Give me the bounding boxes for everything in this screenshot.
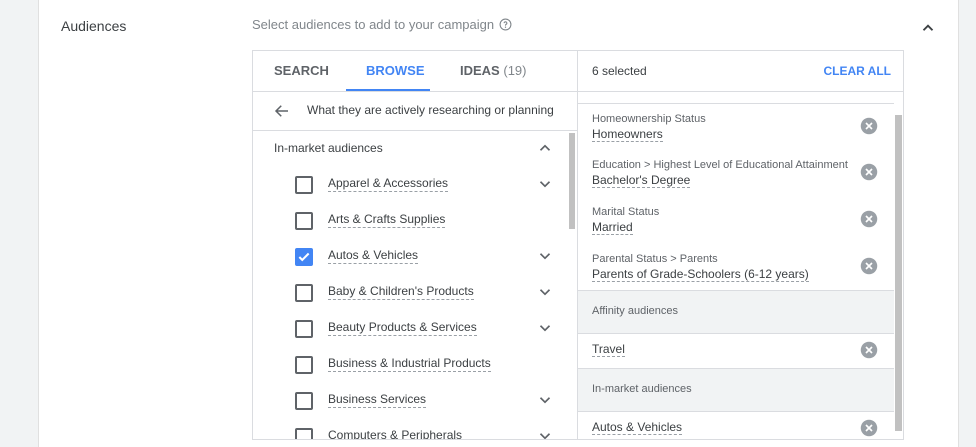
scrollbar[interactable] xyxy=(569,133,575,229)
list-item[interactable]: Business Services xyxy=(253,383,569,419)
selected-item-category: Education > Highest Level of Educational… xyxy=(592,159,848,171)
selected-item: Marital Status Married xyxy=(578,197,894,243)
breadcrumb: What they are actively researching or pl… xyxy=(253,92,577,131)
selected-item-category: Marital Status xyxy=(592,206,660,218)
affinity-group-header: Affinity audiences xyxy=(578,290,894,334)
remove-circle-icon[interactable] xyxy=(860,163,878,181)
chevron-down-icon[interactable] xyxy=(536,319,554,337)
prompt-text: Select audiences to add to your campaign xyxy=(252,17,495,32)
tab-ideas-count: (19) xyxy=(503,63,527,78)
tab-ideas-label: IDEAS xyxy=(460,63,500,78)
selected-item-value: Autos & Vehicles xyxy=(592,420,683,435)
tab-browse[interactable]: BROWSE xyxy=(366,51,425,91)
selected-header: 6 selected CLEAR ALL xyxy=(578,51,903,92)
remove-circle-icon[interactable] xyxy=(860,117,878,135)
item-label[interactable]: Business Services xyxy=(328,392,427,408)
selected-item: Autos & Vehicles xyxy=(578,412,894,439)
item-label[interactable]: Baby & Children's Products xyxy=(328,284,474,300)
selected-item-category: Parental Status > Parents xyxy=(592,253,718,265)
tab-search[interactable]: SEARCH xyxy=(274,51,329,91)
selected-pane: 6 selected CLEAR ALL Homeownership Statu… xyxy=(578,51,903,439)
selected-item-value: Parents of Grade-Schoolers (6-12 years) xyxy=(592,267,809,282)
in-market-group-label: In-market audiences xyxy=(592,383,692,395)
item-checkbox[interactable] xyxy=(295,320,313,338)
item-label[interactable]: Arts & Crafts Supplies xyxy=(328,212,446,228)
item-label[interactable]: Business & Industrial Products xyxy=(328,356,491,372)
remove-circle-icon[interactable] xyxy=(860,210,878,228)
tab-ideas[interactable]: IDEAS (19) xyxy=(460,51,526,91)
selected-item: Parental Status > Parents Parents of Gra… xyxy=(578,244,894,290)
item-label[interactable]: Beauty Products & Services xyxy=(328,320,477,336)
item-checkbox[interactable] xyxy=(295,428,313,439)
selected-item-value: Travel xyxy=(592,342,625,357)
selected-count: 6 selected xyxy=(592,64,647,78)
scrollbar[interactable] xyxy=(895,115,902,431)
check-icon xyxy=(298,252,310,262)
selected-list: Homeownership Status Homeowners Educatio… xyxy=(578,103,894,439)
selected-item: Travel xyxy=(578,334,894,368)
remove-circle-icon[interactable] xyxy=(860,341,878,359)
remove-circle-icon[interactable] xyxy=(860,257,878,275)
item-checkbox[interactable] xyxy=(295,176,313,194)
breadcrumb-text: What they are actively researching or pl… xyxy=(307,103,554,117)
item-checkbox[interactable] xyxy=(295,284,313,302)
section-title: Audiences xyxy=(61,18,127,34)
chevron-down-icon[interactable] xyxy=(536,283,554,301)
remove-circle-icon[interactable] xyxy=(860,419,878,437)
chevron-down-icon[interactable] xyxy=(536,175,554,193)
chevron-down-icon[interactable] xyxy=(536,247,554,265)
section-prompt: Select audiences to add to your campaign xyxy=(252,17,512,32)
item-checkbox[interactable] xyxy=(295,356,313,374)
audiences-card: Audiences Select audiences to add to you… xyxy=(38,0,959,447)
selected-item-value: Bachelor's Degree xyxy=(592,173,691,188)
chevron-down-icon[interactable] xyxy=(536,427,554,439)
browse-group-title: In-market audiences xyxy=(274,141,383,155)
affinity-group-label: Affinity audiences xyxy=(592,305,679,317)
list-item[interactable]: Autos & Vehicles xyxy=(253,239,569,275)
chevron-up-icon[interactable] xyxy=(536,139,554,157)
selected-item: Education > Highest Level of Educational… xyxy=(578,150,894,196)
browse-pane: SEARCH BROWSE IDEAS (19) What they are a… xyxy=(253,51,578,439)
item-label[interactable]: Apparel & Accessories xyxy=(328,176,449,192)
clear-all-button[interactable]: CLEAR ALL xyxy=(823,64,891,78)
in-market-group-header: In-market audiences xyxy=(578,368,894,412)
help-circle-icon[interactable] xyxy=(499,18,512,31)
active-tab-indicator xyxy=(346,89,430,91)
selected-item-category: Homeownership Status xyxy=(592,113,706,125)
list-item[interactable]: Computers & Peripherals xyxy=(253,419,569,439)
item-label[interactable]: Computers & Peripherals xyxy=(328,428,462,439)
selected-item-value: Married xyxy=(592,220,633,235)
item-checkbox[interactable] xyxy=(295,392,313,410)
list-item[interactable]: Arts & Crafts Supplies xyxy=(253,203,569,239)
list-item[interactable]: Beauty Products & Services xyxy=(253,311,569,347)
item-label[interactable]: Autos & Vehicles xyxy=(328,248,419,264)
arrow-back-icon[interactable] xyxy=(273,102,291,120)
chevron-up-icon[interactable] xyxy=(919,19,937,37)
list-item[interactable]: Baby & Children's Products xyxy=(253,275,569,311)
audience-picker: SEARCH BROWSE IDEAS (19) What they are a… xyxy=(252,50,904,440)
list-item[interactable]: Apparel & Accessories xyxy=(253,167,569,203)
chevron-down-icon[interactable] xyxy=(536,391,554,409)
item-checkbox[interactable] xyxy=(295,248,313,266)
item-checkbox[interactable] xyxy=(295,212,313,230)
list-item[interactable]: Business & Industrial Products xyxy=(253,347,569,383)
tab-bar: SEARCH BROWSE IDEAS (19) xyxy=(253,51,577,92)
selected-item-value: Homeowners xyxy=(592,127,663,142)
selected-item: Homeownership Status Homeowners xyxy=(578,104,894,150)
